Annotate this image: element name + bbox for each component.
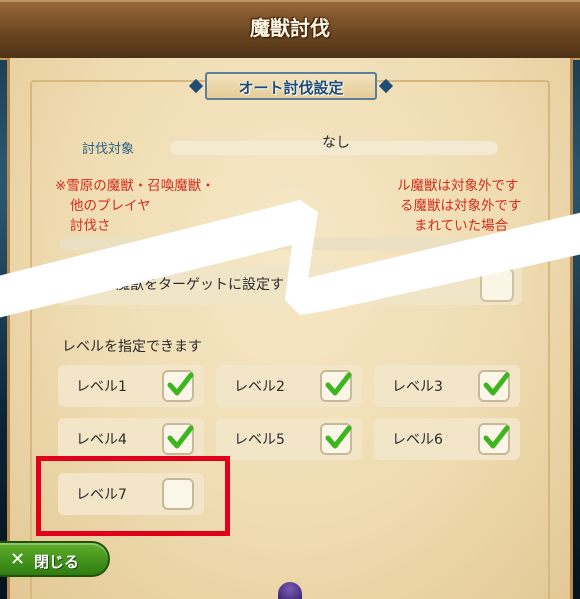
check-icon [167, 425, 194, 449]
level-option-1[interactable]: レベル1 [58, 365, 204, 407]
level-label: レベル4 [76, 432, 127, 448]
level-option-2[interactable]: レベル2 [216, 365, 362, 407]
level-checkbox[interactable] [478, 423, 510, 455]
level-label: レベル6 [392, 432, 443, 448]
check-icon [167, 372, 194, 396]
target-value: なし [322, 135, 350, 151]
close-button[interactable]: ✕ 閉じる [0, 541, 110, 577]
target-label: 討伐対象 [82, 142, 135, 157]
level-checkbox[interactable] [162, 370, 194, 402]
close-button-label: 閉じる [34, 553, 80, 571]
level-option-3[interactable]: レベル3 [374, 365, 520, 407]
gem-ornament [278, 582, 302, 599]
level-checkbox[interactable] [478, 370, 510, 402]
check-icon [483, 425, 510, 449]
level-option-4[interactable]: レベル4 [58, 418, 204, 460]
level-label: レベル3 [392, 379, 443, 395]
check-icon [325, 372, 352, 396]
level-checkbox[interactable] [162, 423, 194, 455]
check-icon [483, 372, 510, 396]
censor-stroke [0, 200, 580, 318]
level-label: レベル1 [76, 379, 127, 395]
section-title: オート討伐設定 [238, 79, 344, 97]
window-title: 魔獣討伐 [250, 16, 330, 40]
level-checkbox[interactable] [320, 423, 352, 455]
section-header: オート討伐設定 [205, 72, 377, 100]
level-label: レベル5 [234, 432, 285, 448]
levels-caption: レベルを指定できます [62, 339, 202, 355]
close-icon: ✕ [10, 549, 26, 570]
level-option-6[interactable]: レベル6 [374, 418, 520, 460]
level-label: レベル2 [234, 379, 285, 395]
highlight-box [36, 456, 230, 536]
title-bar: 魔獣討伐 [0, 0, 580, 60]
check-icon [325, 425, 352, 449]
level-checkbox[interactable] [320, 370, 352, 402]
level-option-5[interactable]: レベル5 [216, 418, 362, 460]
